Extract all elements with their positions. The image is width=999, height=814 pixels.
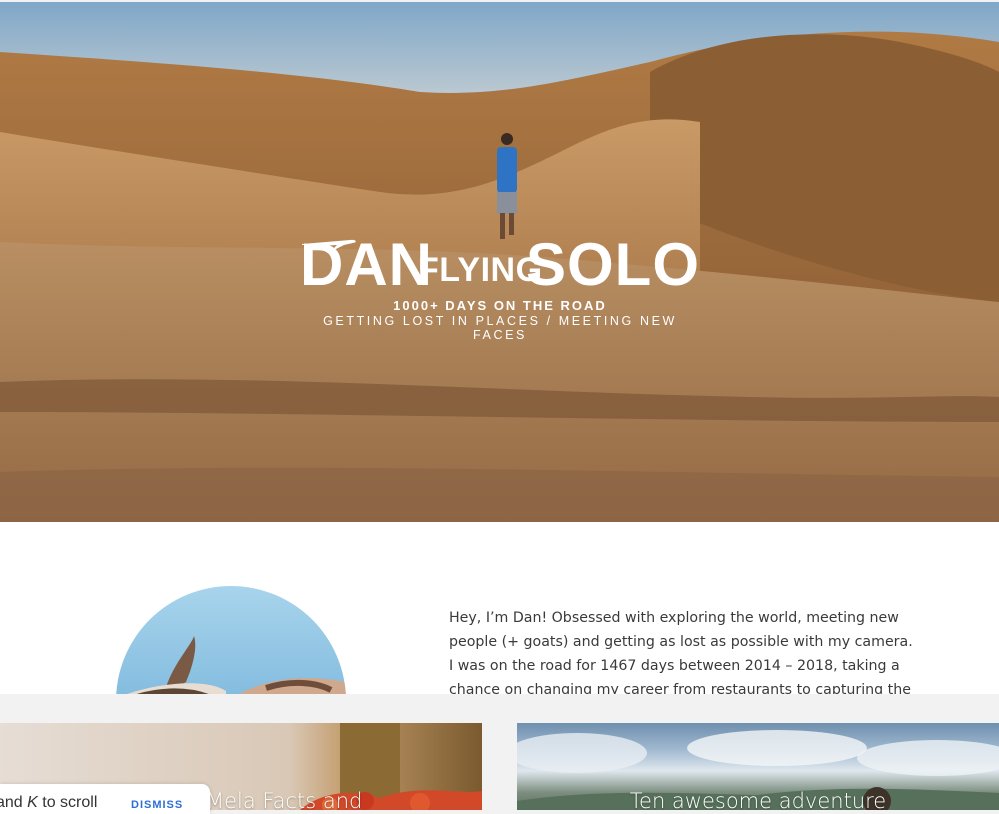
plane-icon xyxy=(302,239,356,249)
post-card-title[interactable]: Mela Facts and xyxy=(206,789,362,810)
site-logo[interactable]: DAN FLYING SOLO 1000+ DAYS ON THE ROAD G… xyxy=(300,231,700,343)
logo-word-solo: SOLO xyxy=(525,231,700,298)
toast-suffix: to scroll xyxy=(37,794,98,811)
about-paragraph: Hey, I’m Dan! Obsessed with exploring th… xyxy=(449,610,913,694)
logo-days-caption: 1000+ DAYS ON THE ROAD xyxy=(393,298,607,313)
dismiss-button[interactable]: DISMISS xyxy=(131,799,183,811)
toast-key: K xyxy=(27,794,38,811)
goat-selfie-photo xyxy=(126,636,346,694)
post-card-title[interactable]: Ten awesome adventure xyxy=(517,789,999,810)
logo-word-flying: FLYING xyxy=(418,251,543,289)
hero-banner: DAN FLYING SOLO 1000+ DAYS ON THE ROAD G… xyxy=(0,2,999,522)
post-card[interactable]: Ten awesome adventure xyxy=(517,723,999,810)
about-section: Hey, I’m Dan! Obsessed with exploring th… xyxy=(0,522,999,694)
toast-prefix: and xyxy=(0,794,23,811)
author-avatar xyxy=(116,586,346,694)
toast-message: and K to scroll xyxy=(0,794,97,812)
logo-tagline: GETTING LOST IN PLACES / MEETING NEW FAC… xyxy=(323,314,677,342)
